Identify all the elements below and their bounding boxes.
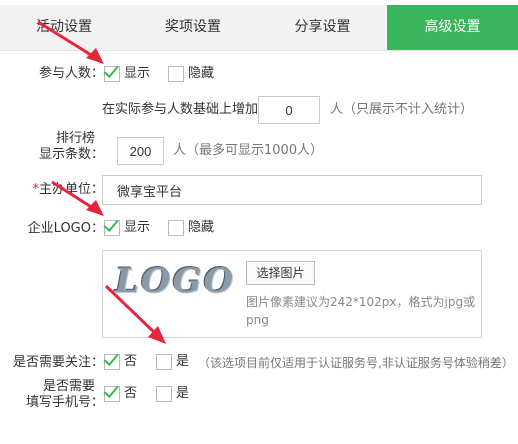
need-phone-label-line1: 是否需要 [42, 379, 95, 394]
organizer-input[interactable] [102, 175, 482, 205]
ranking-label-line2: 显示条数： [38, 147, 104, 162]
follow-no-checkbox[interactable] [103, 350, 120, 370]
tab-advanced-settings[interactable]: 高级设置 [387, 5, 518, 50]
follow-yes-checkbox[interactable] [156, 354, 172, 370]
tab-prize-settings[interactable]: 奖项设置 [128, 5, 258, 50]
follow-no-label: 否 [124, 354, 138, 369]
follow-note: （该选项目前仅适用于认证服务号,非认证服务号体验稍差） [198, 356, 514, 370]
follow-yes-label: 是 [176, 354, 190, 369]
organizer-label: *主办单位： [0, 182, 104, 198]
logo-show-checkbox[interactable] [103, 216, 120, 236]
need-follow-label: 是否需要关注： [12, 355, 104, 370]
company-logo-label: 企业LOGO： [27, 221, 104, 236]
phone-yes-label: 是 [176, 386, 190, 401]
tab-activity-settings[interactable]: 活动设置 [0, 5, 128, 50]
need-phone-label-line2: 填写手机号： [25, 395, 104, 410]
increase-input[interactable] [258, 96, 320, 124]
logo-upload-box: LOGO 选择图片 图片像素建议为242*102px，格式为jpg或png [102, 250, 482, 338]
logo-show-label: 显示 [124, 220, 151, 235]
participants-show-checkbox[interactable] [103, 62, 120, 82]
participants-hide-label: 隐藏 [188, 66, 215, 81]
tab-share-settings[interactable]: 分享设置 [258, 5, 387, 50]
ranking-suffix: 人（最多可显示1000人） [173, 143, 324, 158]
phone-no-label: 否 [124, 386, 138, 401]
checkmark-icon [103, 382, 119, 398]
tab-bar: 活动设置 奖项设置 分享设置 高级设置 [0, 5, 518, 51]
logo-hide-label: 隐藏 [188, 220, 215, 235]
phone-no-checkbox[interactable] [103, 382, 120, 402]
organizer-label-text: 主办单位： [38, 182, 104, 197]
checkmark-icon [103, 62, 119, 78]
logo-preview-image: LOGO [115, 261, 233, 305]
participants-label: 参与人数： [38, 66, 104, 81]
checkmark-icon [103, 216, 119, 232]
logo-preview-text: LOGO [115, 261, 236, 301]
participants-hide-checkbox[interactable] [168, 66, 184, 82]
participants-show-label: 显示 [124, 66, 151, 81]
logo-hide-checkbox[interactable] [168, 220, 184, 236]
phone-yes-checkbox[interactable] [156, 386, 172, 402]
increase-suffix: 人（只展示不计入统计） [330, 102, 474, 117]
increase-prefix: 在实际参与人数基础上增加 [102, 102, 259, 117]
logo-size-hint: 图片像素建议为242*102px，格式为jpg或png [246, 295, 476, 327]
ranking-label-line1: 排行榜 [55, 131, 95, 146]
choose-image-button[interactable]: 选择图片 [246, 261, 315, 285]
checkmark-icon [103, 350, 119, 366]
ranking-input[interactable] [117, 137, 164, 165]
